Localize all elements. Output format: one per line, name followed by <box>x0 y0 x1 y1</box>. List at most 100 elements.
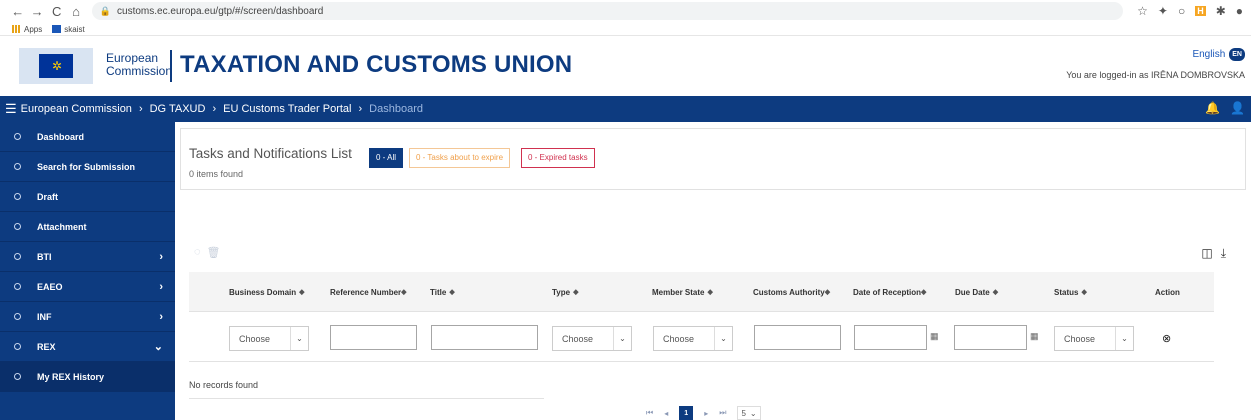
column-reference-number[interactable]: Reference Number ◆ <box>330 272 410 312</box>
sidebar-item-search-for-submission[interactable]: Search for Submission <box>0 152 175 182</box>
mark-read-icon[interactable]: ◌ <box>194 246 201 259</box>
due-date-input[interactable] <box>954 325 1027 350</box>
business-domain-select[interactable]: Choose ⌄ <box>229 326 309 351</box>
breadcrumb-separator-icon: › <box>212 103 217 115</box>
eu-flag-icon: ✲ <box>39 54 73 78</box>
column-type[interactable]: Type ◆ <box>552 272 578 312</box>
bullet-icon <box>14 283 21 290</box>
filter-about-to-expire-button[interactable]: 0 - Tasks about to expire <box>409 148 511 168</box>
breadcrumb: ☰ European Commission › DG TAXUD › EU Cu… <box>0 96 1251 122</box>
member-state-select[interactable]: Choose ⌄ <box>653 326 733 351</box>
table-header: Business Domain ◆ Reference Number ◆ Title… <box>189 272 1214 312</box>
no-records-message: No records found <box>189 380 259 390</box>
menu-icon[interactable]: ☰ <box>5 101 17 117</box>
sidebar-item-eaeo[interactable]: EAEO › <box>0 272 175 302</box>
back-icon[interactable]: ← <box>8 4 27 19</box>
forward-icon[interactable]: → <box>27 4 46 19</box>
sort-icon: ◆ <box>824 288 831 296</box>
bookmarks-bar: Apps skaist <box>0 22 1251 36</box>
page-size-select[interactable]: 5 ⌄ <box>737 406 761 420</box>
breadcrumb-european-commission[interactable]: European Commission <box>21 103 132 115</box>
breadcrumb-trader-portal[interactable]: EU Customs Trader Portal <box>223 103 351 115</box>
status-select[interactable]: Choose ⌄ <box>1054 326 1134 351</box>
sidebar-item-draft[interactable]: Draft <box>0 182 175 212</box>
home-icon[interactable]: ⌂ <box>66 4 85 19</box>
table-toolbar-left: ◌ 🗑 <box>194 246 221 259</box>
apps-icon <box>12 25 21 34</box>
bell-icon[interactable]: 🔔 <box>1205 101 1220 115</box>
chevron-right-icon: › <box>159 250 163 263</box>
h-extension-icon[interactable]: H <box>1195 6 1206 16</box>
profile-icon[interactable]: ● <box>1236 4 1243 18</box>
column-status[interactable]: Status ◆ <box>1054 272 1087 312</box>
chevron-down-icon: ⌄ <box>1115 327 1133 350</box>
address-bar[interactable]: 🔒 customs.ec.europa.eu/gtp/#/screen/dash… <box>91 2 1124 20</box>
column-date-of-reception[interactable]: Date of Reception ◆ <box>853 272 933 312</box>
calendar-icon[interactable]: ▦ <box>930 331 939 342</box>
lock-icon: 🔒 <box>99 5 112 16</box>
reload-icon[interactable]: C <box>47 4 66 19</box>
site-title: TAXATION AND CUSTOMS UNION <box>180 51 573 78</box>
main-layout: Dashboard Search for Submission Draft At… <box>0 122 1251 420</box>
calendar-icon[interactable]: ▦ <box>1030 331 1039 342</box>
clear-filter-icon[interactable]: ⊗ <box>1162 332 1171 345</box>
site-header: ✲ European Commission TAXATION AND CUSTO… <box>0 36 1251 96</box>
column-title[interactable]: Title ◆ <box>430 272 455 312</box>
bullet-icon <box>14 193 21 200</box>
header-divider <box>170 50 172 82</box>
type-select[interactable]: Choose ⌄ <box>552 326 632 351</box>
chevron-down-icon: ⌄ <box>749 408 757 418</box>
extension-icon[interactable]: ✦ <box>1158 4 1168 18</box>
sidebar-item-my-rex-history[interactable]: My REX History <box>0 362 175 392</box>
column-action: Action <box>1155 287 1180 297</box>
column-business-domain[interactable]: Business Domain ◆ <box>229 272 305 312</box>
reference-number-input[interactable] <box>330 325 417 350</box>
language-selector[interactable]: English EN <box>1192 48 1245 61</box>
page-button[interactable]: 1 <box>679 406 694 420</box>
sidebar-item-attachment[interactable]: Attachment <box>0 212 175 242</box>
sidebar-item-rex[interactable]: REX ⌄ <box>0 332 175 362</box>
breadcrumb-dg-taxud[interactable]: DG TAXUD <box>150 103 206 115</box>
filter-all-button[interactable]: 0 - All <box>369 148 404 168</box>
logged-in-user: You are logged-in as IRĒNA DOMBROVSKA <box>1066 70 1245 80</box>
sort-icon: ◆ <box>992 288 999 296</box>
pagination: ⏮ ◂ 1 ▸ ⏭ 5 ⌄ <box>646 406 761 420</box>
customs-authority-input[interactable] <box>754 325 841 350</box>
column-member-state[interactable]: Member State ◆ <box>652 272 713 312</box>
tasks-count: 0 items found <box>189 169 244 179</box>
bookmark-apps[interactable]: Apps <box>12 25 42 34</box>
prev-page-icon[interactable]: ◂ <box>664 409 668 418</box>
sidebar-item-bti[interactable]: BTI › <box>0 242 175 272</box>
columns-icon[interactable]: ◫ <box>1201 246 1212 261</box>
sort-icon: ◆ <box>921 288 927 296</box>
sidebar-item-dashboard[interactable]: Dashboard <box>0 122 175 152</box>
circle-extension-icon[interactable]: ○ <box>1178 4 1185 18</box>
language-code-badge: EN <box>1229 48 1245 61</box>
breadcrumb-dashboard: Dashboard <box>369 103 423 115</box>
extensions-area: ☆ ✦ ○ H ✱ ● <box>1137 4 1243 18</box>
last-page-icon[interactable]: ⏭ <box>719 408 726 418</box>
download-icon[interactable]: ⤓ <box>1221 246 1226 261</box>
puzzle-icon[interactable]: ✱ <box>1216 4 1226 18</box>
trash-icon[interactable]: 🗑 <box>207 246 221 259</box>
bullet-icon <box>14 223 21 230</box>
filter-expired-button[interactable]: 0 - Expired tasks <box>521 148 595 168</box>
language-label: English <box>1192 49 1226 60</box>
user-icon[interactable]: 👤 <box>1230 101 1245 115</box>
ec-name: European Commission <box>106 51 173 78</box>
title-input[interactable] <box>431 325 538 350</box>
sort-icon: ◆ <box>707 288 713 296</box>
bookmark-skaist[interactable]: skaist <box>52 25 85 34</box>
browser-nav-row: ← → C ⌂ 🔒 customs.ec.europa.eu/gtp/#/scr… <box>0 0 1251 22</box>
first-page-icon[interactable]: ⏮ <box>646 408 653 418</box>
tasks-table-panel: ◌ 🗑 ◫ ⤓ Business Domain ◆ Reference Numbe… <box>180 246 1246 420</box>
star-icon[interactable]: ☆ <box>1137 4 1148 18</box>
next-page-icon[interactable]: ▸ <box>704 409 708 418</box>
date-of-reception-input[interactable] <box>854 325 927 350</box>
column-due-date[interactable]: Due Date ◆ <box>955 272 998 312</box>
divider <box>189 398 544 399</box>
column-customs-authority[interactable]: Customs Authority ◆ <box>753 272 833 312</box>
sidebar-item-inf[interactable]: INF › <box>0 302 175 332</box>
bullet-icon <box>14 133 21 140</box>
ec-logo[interactable]: ✲ <box>19 48 93 84</box>
